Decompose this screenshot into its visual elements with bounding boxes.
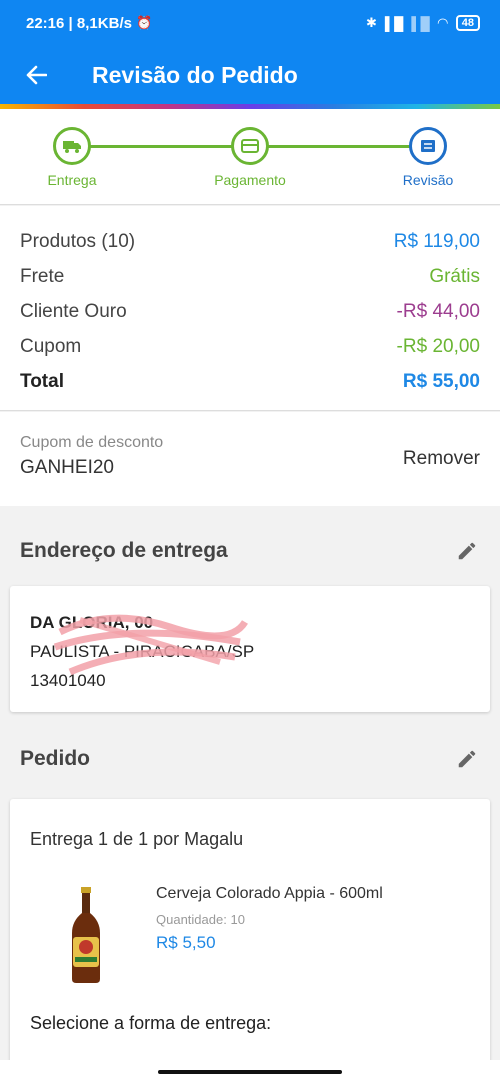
review-list-icon [409, 127, 447, 165]
step-label-entrega: Entrega [47, 172, 97, 188]
summary-row-shipping: Frete Grátis [20, 259, 480, 294]
step-pagamento[interactable]: Pagamento [200, 127, 300, 188]
status-bar: 22:16 | 8,1KB/s ⏰ ✱ ▌█ ▌█ ◠ 48 [0, 0, 500, 46]
step-entrega[interactable]: Entrega [22, 127, 122, 188]
signal-icon-2: ▌█ [411, 15, 430, 31]
quantity-label: Quantidade: [156, 912, 227, 927]
alarm-icon: ⏰ [135, 15, 153, 30]
order-section-title: Pedido [20, 747, 91, 770]
step-label-revisao: Revisão [402, 172, 454, 188]
address-section-header: Endereço de entrega [0, 516, 500, 586]
summary-value: -R$ 44,00 [396, 300, 480, 322]
product-quantity: Quantidade: 10 [156, 912, 383, 927]
address-card[interactable]: DA GLORIA, 00 PAULISTA - PIRACICABA/SP 1… [10, 586, 490, 712]
address-line-city: PAULISTA - PIRACICABA/SP [30, 642, 255, 661]
summary-label: Cupom [20, 335, 82, 357]
edit-address-pencil-icon[interactable] [454, 538, 480, 564]
summary-row-total: Total R$ 55,00 [20, 364, 480, 399]
delivery-title: Entrega 1 de 1 por Magalu [30, 829, 244, 849]
summary-label: Cliente Ouro [20, 300, 127, 322]
product-item[interactable]: Cerveja Colorado Appia - 600ml Quantidad… [30, 885, 470, 985]
total-label: Total [20, 370, 64, 392]
product-price: R$ 5,50 [156, 933, 216, 952]
address-line-street: DA GLORIA, 00 [30, 613, 154, 632]
summary-row-gold-client: Cliente Ouro -R$ 44,00 [20, 294, 480, 329]
checkout-stepper: Entrega Pagamento Revisão [0, 109, 500, 205]
card-icon [231, 127, 269, 165]
step-label-pagamento: Pagamento [214, 172, 286, 188]
status-network-speed: 8,1KB/s [76, 14, 132, 32]
product-info: Cerveja Colorado Appia - 600ml Quantidad… [156, 885, 383, 953]
summary-label: Produtos (10) [20, 230, 136, 252]
step-revisao[interactable]: Revisão [378, 127, 478, 188]
status-time: 22:16 [26, 14, 65, 32]
summary-value: R$ 119,00 [393, 230, 480, 252]
page-title: Revisão do Pedido [92, 61, 298, 88]
quantity-value: 10 [230, 912, 245, 927]
address-section-title: Endereço de entrega [20, 539, 228, 562]
summary-value: Grátis [429, 265, 480, 287]
coupon-section: Cupom de desconto GANHEI20 Remover [0, 412, 500, 506]
beer-bottle-image [72, 887, 100, 983]
order-summary: Produtos (10) R$ 119,00 Frete Grátis Cli… [0, 206, 500, 411]
wifi-icon: ◠ [437, 15, 448, 30]
summary-row-coupon: Cupom -R$ 20,00 [20, 329, 480, 364]
total-value: R$ 55,00 [402, 370, 480, 392]
order-card: Entrega 1 de 1 por Magalu Cerveja Colora… [10, 799, 490, 1069]
delivery-method-label: Selecione a forma de entrega: [30, 1013, 272, 1033]
remove-coupon-button[interactable]: Remover [403, 448, 480, 470]
order-section-header: Pedido [0, 724, 500, 794]
signal-icon: ▌█ [384, 15, 404, 31]
summary-label: Frete [20, 265, 65, 287]
app-bar: Revisão do Pedido [0, 46, 500, 104]
address-line-zip: 13401040 [30, 671, 106, 690]
battery-icon: 48 [455, 15, 480, 31]
summary-row-products: Produtos (10) R$ 119,00 [20, 224, 480, 259]
back-arrow-icon[interactable] [0, 46, 72, 104]
edit-order-pencil-icon[interactable] [454, 746, 480, 772]
summary-value: -R$ 20,00 [396, 335, 480, 357]
bluetooth-icon: ✱ [366, 15, 377, 30]
home-gesture-bar[interactable] [158, 1070, 342, 1074]
truck-icon [53, 127, 91, 165]
status-icons: ✱ ▌█ ▌█ ◠ 48 [366, 15, 480, 31]
product-name: Cerveja Colorado Appia - 600ml [156, 885, 383, 902]
